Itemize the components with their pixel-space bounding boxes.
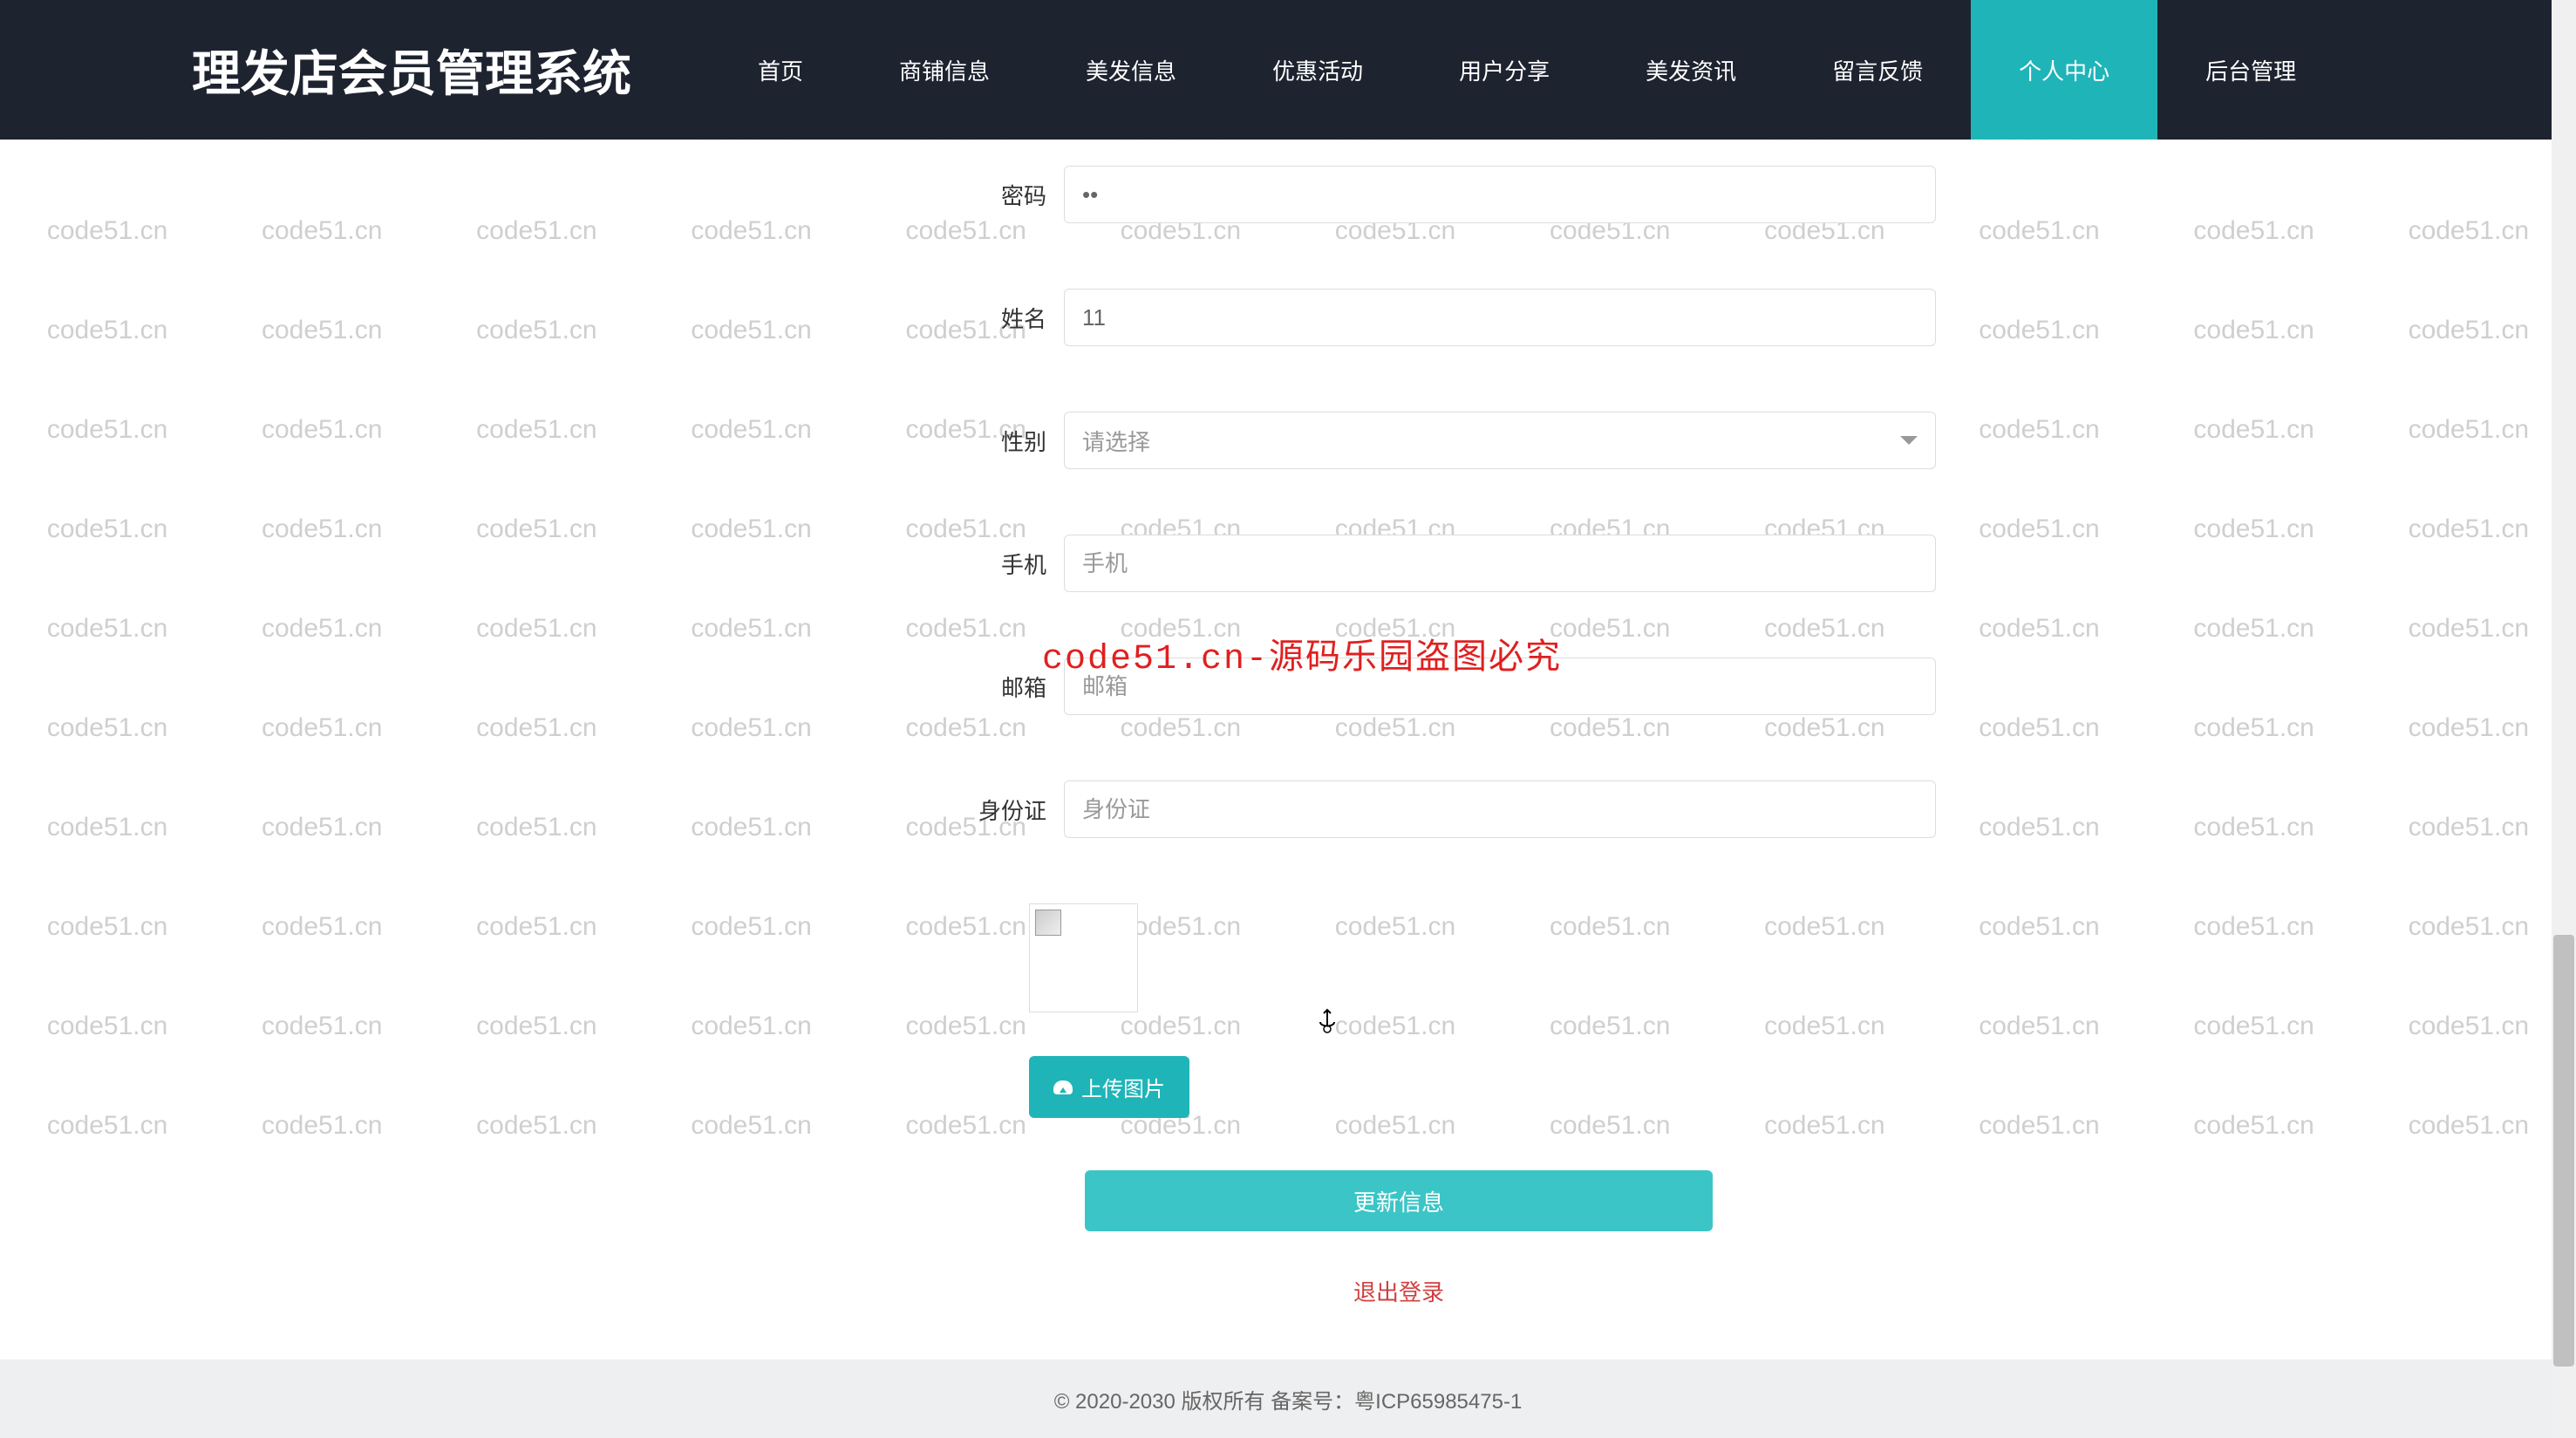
- form-row-password: 密码: [0, 166, 2576, 223]
- email-input[interactable]: [1064, 658, 1936, 715]
- upload-button-label: 上传图片: [1081, 1072, 1165, 1102]
- nav-home[interactable]: 首页: [710, 0, 851, 140]
- name-label: 姓名: [959, 302, 1046, 334]
- chevron-down-icon: [1900, 436, 1918, 445]
- nav-shop-info[interactable]: 商铺信息: [851, 0, 1038, 140]
- name-input[interactable]: [1064, 289, 1936, 346]
- idcard-label: 身份证: [959, 794, 1046, 826]
- nav-hair-info[interactable]: 美发信息: [1038, 0, 1224, 140]
- nav-hair-news[interactable]: 美发资讯: [1598, 0, 1784, 140]
- form-row-gender: 性别 请选择: [0, 412, 2576, 469]
- content-area: 密码 姓名 性别 请选择 手机 邮箱 身份证 上传图片 更新信息 退出登录: [0, 140, 2576, 1360]
- phone-input[interactable]: [1064, 535, 1936, 592]
- copyright-text: © 2020-2030 版权所有 备案号：粤ICP65985475-1: [1054, 1384, 1523, 1414]
- nav-profile[interactable]: 个人中心: [1971, 0, 2157, 140]
- nav-user-share[interactable]: 用户分享: [1411, 0, 1598, 140]
- nav-promotions[interactable]: 优惠活动: [1224, 0, 1411, 140]
- logout-link[interactable]: 退出登录: [1085, 1275, 1713, 1307]
- scrollbar-thumb[interactable]: [2553, 935, 2574, 1366]
- gender-label: 性别: [959, 425, 1046, 457]
- form-row-phone: 手机: [0, 535, 2576, 592]
- header: 理发店会员管理系统 首页 商铺信息 美发信息 优惠活动 用户分享 美发资讯 留言…: [0, 0, 2576, 140]
- broken-image-icon: [1035, 910, 1061, 936]
- form-row-email: 邮箱: [0, 658, 2576, 715]
- update-info-button[interactable]: 更新信息: [1085, 1170, 1713, 1231]
- cloud-upload-icon: [1053, 1080, 1073, 1094]
- form-row-idcard: 身份证: [0, 780, 2576, 838]
- phone-label: 手机: [959, 548, 1046, 580]
- nav-feedback[interactable]: 留言反馈: [1784, 0, 1971, 140]
- idcard-input[interactable]: [1064, 780, 1936, 838]
- nav-admin[interactable]: 后台管理: [2157, 0, 2344, 140]
- main-nav: 首页 商铺信息 美发信息 优惠活动 用户分享 美发资讯 留言反馈 个人中心 后台…: [710, 0, 2384, 140]
- scrollbar-track[interactable]: [2552, 0, 2576, 1438]
- gender-placeholder: 请选择: [1082, 425, 1150, 457]
- email-label: 邮箱: [959, 671, 1046, 703]
- image-preview: [1029, 903, 1138, 1012]
- password-input[interactable]: [1064, 166, 1936, 223]
- site-logo: 理发店会员管理系统: [192, 35, 631, 106]
- gender-select[interactable]: 请选择: [1064, 412, 1936, 469]
- footer: © 2020-2030 版权所有 备案号：粤ICP65985475-1: [0, 1360, 2576, 1438]
- upload-image-button[interactable]: 上传图片: [1029, 1056, 1189, 1118]
- form-row-name: 姓名: [0, 289, 2576, 346]
- password-label: 密码: [959, 179, 1046, 211]
